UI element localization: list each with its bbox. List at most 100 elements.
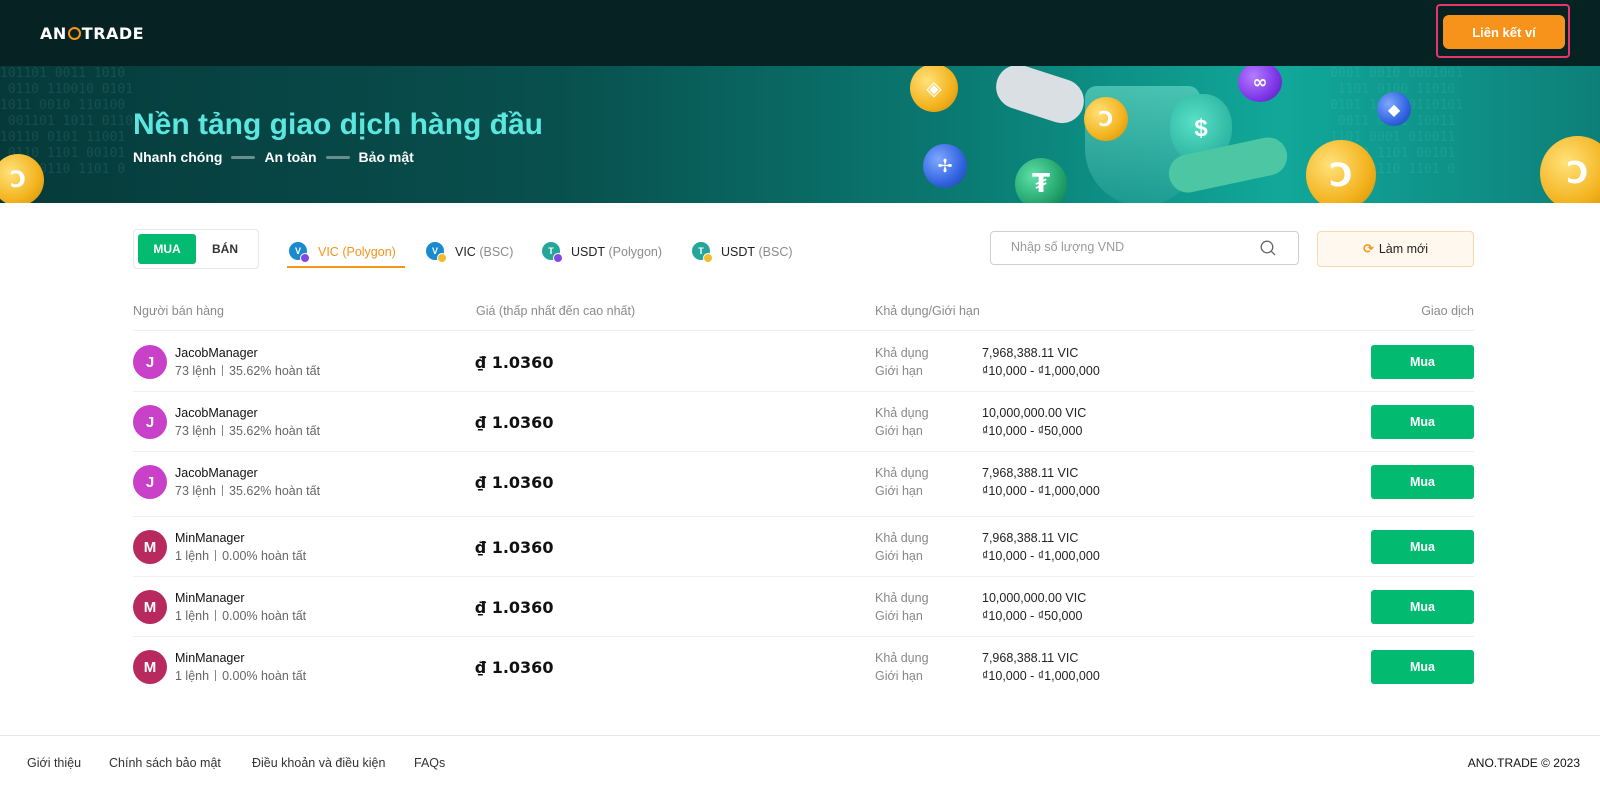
completion-rate: 35.62% hoàn tất [229, 424, 321, 438]
footer-divider [0, 735, 1600, 736]
tab-network: (Polygon) [608, 245, 663, 259]
limit-range: ₫10,000 - ₫1,000,000 [982, 484, 1100, 498]
seller-stats: 1 lệnh 0.00% hoàn tất [175, 549, 306, 563]
tether-coin-icon: ₮ [1015, 158, 1067, 203]
refresh-button[interactable]: ⟳ Làm mới [1317, 231, 1474, 267]
available-label: Khả dụng [875, 346, 929, 360]
tab-network: (Polygon) [342, 245, 396, 259]
available-amount: 7,968,388.11 VIC [982, 651, 1079, 665]
hand-left-icon [990, 66, 1090, 129]
avatar: M [133, 530, 167, 564]
avatar: J [133, 405, 167, 439]
connect-wallet-button[interactable]: Liên kết ví [1443, 15, 1565, 49]
avatar: M [133, 650, 167, 684]
available-label: Khả dụng [875, 591, 929, 605]
seller-name[interactable]: JacobManager [175, 466, 258, 480]
search-icon[interactable] [1260, 240, 1276, 256]
seller-stats: 1 lệnh 0.00% hoàn tất [175, 609, 306, 623]
vic-bsc-icon: V [426, 242, 447, 263]
stat-divider [215, 550, 217, 561]
limit-range: ₫10,000 - ₫1,000,000 [982, 549, 1100, 563]
sell-toggle-button[interactable]: BÁN [196, 234, 254, 264]
stat-divider [222, 365, 224, 376]
vnd-amount-search [990, 231, 1299, 265]
limit-range: ₫10,000 - ₫50,000 [982, 424, 1083, 438]
buy-sell-toggle: MUA BÁN [133, 229, 259, 269]
copyright: ANO.TRADE © 2023 [1467, 756, 1580, 770]
footer-link-about[interactable]: Giới thiệu [27, 756, 81, 770]
available-label: Khả dụng [875, 466, 929, 480]
logo-text-left: AN [40, 23, 67, 43]
footer-link-faqs[interactable]: FAQs [414, 756, 445, 770]
tab-usdt-bsc[interactable]: T USDT (BSC) [692, 237, 793, 267]
limit-label: Giới hạn [875, 609, 923, 623]
avatar: J [133, 465, 167, 499]
completion-rate: 0.00% hoàn tất [222, 609, 307, 623]
tag-divider [231, 155, 256, 159]
seller-stats: 1 lệnh 0.00% hoàn tất [175, 669, 306, 683]
banner-tagline: Nhanh chóng An toàn Bảo mật [133, 149, 414, 165]
available-amount: 7,968,388.11 VIC [982, 531, 1079, 545]
tab-network: (BSC) [758, 245, 793, 259]
refresh-label: Làm mới [1378, 242, 1429, 256]
seller-name[interactable]: MinManager [175, 591, 244, 605]
footer-link-privacy[interactable]: Chính sách bảo mật [109, 756, 221, 770]
limit-label: Giới hạn [875, 364, 923, 378]
stat-divider [215, 610, 217, 621]
seller-name[interactable]: MinManager [175, 651, 244, 665]
seller-name[interactable]: MinManager [175, 531, 244, 545]
top-navbar: AN TRADE Liên kết ví [0, 0, 1600, 66]
buy-button[interactable]: Mua [1371, 465, 1474, 499]
table-row: J JacobManager 73 lệnh 35.62% hoàn tất ₫ … [133, 393, 1474, 451]
banner-title: Nền tảng giao dịch hàng đầu [133, 108, 544, 141]
footer-link-terms[interactable]: Điều khoản và điều kiện [252, 756, 385, 770]
limit-range: ₫10,000 - ₫1,000,000 [982, 669, 1100, 683]
tab-coin: VIC [318, 245, 339, 259]
tab-coin: USDT [721, 245, 756, 259]
order-count: 73 lệnh [175, 364, 217, 378]
gold-coin-icon: Ɔ [1306, 140, 1376, 203]
seller-name[interactable]: JacobManager [175, 346, 258, 360]
order-count: 73 lệnh [175, 424, 217, 438]
tab-vic-polygon[interactable]: V VIC (Polygon) [289, 237, 396, 267]
completion-rate: 0.00% hoàn tất [222, 669, 307, 683]
table-row: M MinManager 1 lệnh 0.00% hoàn tất ₫ 1.03… [133, 638, 1474, 696]
tab-usdt-polygon[interactable]: T USDT (Polygon) [542, 237, 662, 267]
table-row: J JacobManager 73 lệnh 35.62% hoàn tất ₫ … [133, 333, 1474, 391]
hero-banner: 101101 0011 1010 0110 110010 0101 1011 0… [0, 66, 1600, 203]
usdt-bsc-icon: T [692, 242, 713, 263]
vic-coin-icon: ✢ [923, 144, 967, 188]
bnb-coin-icon: ◈ [910, 66, 958, 112]
stat-divider [222, 485, 224, 496]
anotrade-logo[interactable]: AN TRADE [40, 22, 144, 44]
order-count: 1 lệnh [175, 669, 210, 683]
vnd-amount-input[interactable] [1011, 240, 1251, 254]
polygon-coin-icon: ∞ [1238, 66, 1282, 102]
tag-secure: Bảo mật [358, 149, 414, 165]
buy-button[interactable]: Mua [1371, 345, 1474, 379]
table-row: J JacobManager 73 lệnh 35.62% hoàn tất ₫ … [133, 453, 1474, 511]
active-tab-indicator [287, 266, 405, 268]
available-amount: 10,000,000.00 VIC [982, 591, 1087, 605]
avatar: M [133, 590, 167, 624]
completion-rate: 0.00% hoàn tất [222, 549, 307, 563]
order-count: 73 lệnh [175, 484, 217, 498]
available-label: Khả dụng [875, 406, 929, 420]
buy-toggle-button[interactable]: MUA [138, 234, 196, 264]
tab-vic-bsc[interactable]: V VIC (BSC) [426, 237, 513, 267]
logo-text-right: TRADE [81, 23, 145, 43]
buy-button[interactable]: Mua [1371, 530, 1474, 564]
buy-button[interactable]: Mua [1371, 590, 1474, 624]
seller-name[interactable]: JacobManager [175, 406, 258, 420]
buy-button[interactable]: Mua [1371, 650, 1474, 684]
buy-button[interactable]: Mua [1371, 405, 1474, 439]
completion-rate: 35.62% hoàn tất [229, 364, 321, 378]
table-row: M MinManager 1 lệnh 0.00% hoàn tất ₫ 1.03… [133, 518, 1474, 576]
tag-divider [325, 155, 350, 159]
price: ₫ 1.0360 [475, 473, 554, 492]
header-availability: Khả dụng/Giới hạn [875, 304, 980, 318]
available-label: Khả dụng [875, 651, 929, 665]
header-seller: Người bán hàng [133, 304, 224, 318]
limit-label: Giới hạn [875, 549, 923, 563]
seller-stats: 73 lệnh 35.62% hoàn tất [175, 424, 320, 438]
